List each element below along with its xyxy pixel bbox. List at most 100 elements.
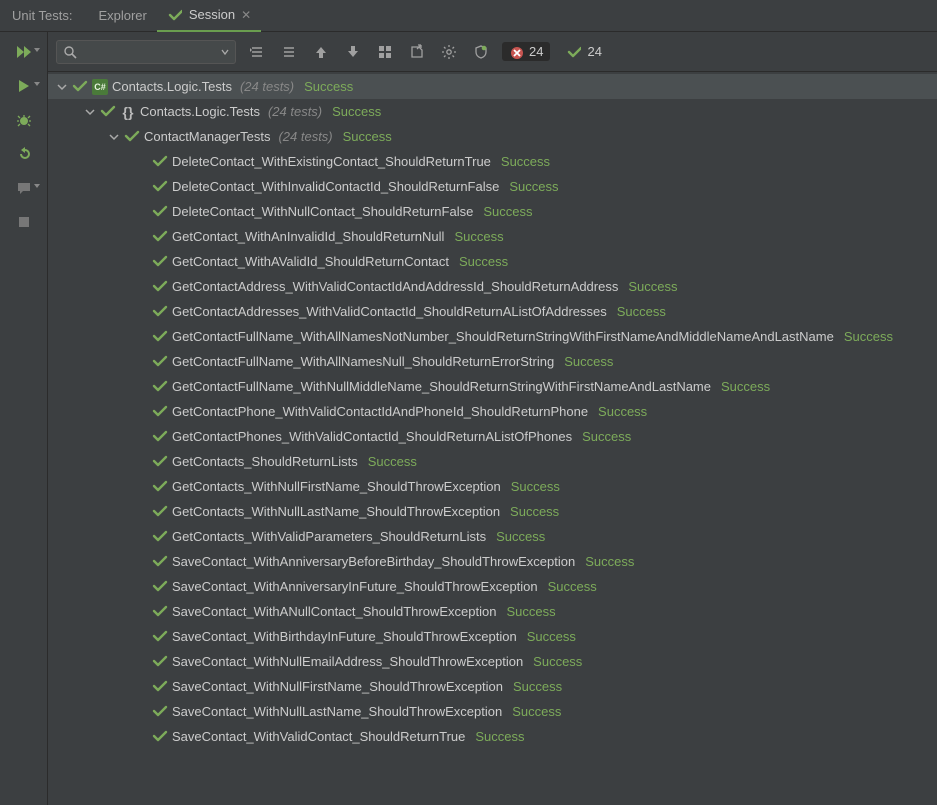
test-status: Success xyxy=(509,179,558,194)
tree-node-test[interactable]: SaveContact_WithNullEmailAddress_ShouldT… xyxy=(48,649,937,674)
tree-node-test[interactable]: SaveContact_WithValidContact_ShouldRetur… xyxy=(48,724,937,749)
tab-explorer[interactable]: Explorer xyxy=(88,0,156,32)
export-button[interactable] xyxy=(406,41,428,63)
failed-count-pill[interactable]: 24 xyxy=(502,42,550,61)
group-by-button[interactable] xyxy=(374,41,396,63)
tree-node-test[interactable]: SaveContact_WithNullLastName_ShouldThrow… xyxy=(48,699,937,724)
passed-count-pill[interactable]: 24 xyxy=(560,42,608,61)
chevron-down-icon[interactable] xyxy=(108,131,120,143)
tree-node-test[interactable]: GetContactFullName_WithAllNamesNotNumber… xyxy=(48,324,937,349)
test-status: Success xyxy=(459,254,508,269)
tree-node-test[interactable]: GetContacts_ShouldReturnListsSuccess xyxy=(48,449,937,474)
checkmark-icon xyxy=(152,604,168,620)
tree-node-assembly[interactable]: C#Contacts.Logic.Tests(24 tests)Success xyxy=(48,74,937,99)
tree-node-test[interactable]: SaveContact_WithAnniversaryBeforeBirthda… xyxy=(48,549,937,574)
sidebar xyxy=(0,32,48,805)
csharp-icon: C# xyxy=(92,79,108,95)
test-status: Success xyxy=(628,279,677,294)
chevron-down-icon[interactable] xyxy=(221,48,229,56)
next-failed-button[interactable] xyxy=(342,41,364,63)
checkmark-icon xyxy=(152,554,168,570)
debug-button[interactable] xyxy=(10,110,38,130)
checkmark-icon xyxy=(152,279,168,295)
test-name: GetContactAddresses_WithValidContactId_S… xyxy=(172,304,607,319)
test-tree[interactable]: C#Contacts.Logic.Tests(24 tests)Success{… xyxy=(48,72,937,805)
tree-node-namespace[interactable]: {}Contacts.Logic.Tests(24 tests)Success xyxy=(48,99,937,124)
tree-node-test[interactable]: SaveContact_WithNullFirstName_ShouldThro… xyxy=(48,674,937,699)
tree-node-test[interactable]: GetContact_WithAValidId_ShouldReturnCont… xyxy=(48,249,937,274)
checkmark-icon xyxy=(152,704,168,720)
settings-button[interactable] xyxy=(438,41,460,63)
close-icon[interactable]: ✕ xyxy=(241,8,251,22)
test-status: Success xyxy=(512,704,561,719)
failed-count: 24 xyxy=(529,44,543,59)
node-status: Success xyxy=(304,79,353,94)
test-name: GetContactFullName_WithAllNamesNull_Shou… xyxy=(172,354,554,369)
tree-node-test[interactable]: GetContactPhones_WithValidContactId_Shou… xyxy=(48,424,937,449)
test-name: GetContacts_WithNullFirstName_ShouldThro… xyxy=(172,479,501,494)
test-status: Success xyxy=(506,604,555,619)
expand-all-button[interactable] xyxy=(246,41,268,63)
test-status: Success xyxy=(533,654,582,669)
checkmark-icon xyxy=(167,7,183,23)
test-status: Success xyxy=(598,404,647,419)
test-status: Success xyxy=(483,204,532,219)
tab-label: Session xyxy=(189,7,235,22)
checkmark-icon xyxy=(152,729,168,745)
test-name: SaveContact_WithNullFirstName_ShouldThro… xyxy=(172,679,503,694)
tree-node-test[interactable]: GetContact_WithAnInvalidId_ShouldReturnN… xyxy=(48,224,937,249)
tree-node-test[interactable]: SaveContact_WithANullContact_ShouldThrow… xyxy=(48,599,937,624)
tree-node-test[interactable]: DeleteContact_WithInvalidContactId_Shoul… xyxy=(48,174,937,199)
run-button[interactable] xyxy=(10,76,38,96)
node-count: (24 tests) xyxy=(268,104,322,119)
search-field[interactable] xyxy=(82,44,216,60)
search-input[interactable] xyxy=(56,40,236,64)
tree-node-test[interactable]: SaveContact_WithAnniversaryInFuture_Shou… xyxy=(48,574,937,599)
tab-session[interactable]: Session ✕ xyxy=(157,0,261,32)
checkmark-icon xyxy=(152,229,168,245)
checkmark-icon xyxy=(72,79,88,95)
test-name: GetContacts_WithValidParameters_ShouldRe… xyxy=(172,529,486,544)
test-name: SaveContact_WithAnniversaryBeforeBirthda… xyxy=(172,554,575,569)
coverage-button[interactable] xyxy=(470,41,492,63)
toolbar: 24 24 xyxy=(48,32,937,72)
test-status: Success xyxy=(368,454,417,469)
checkmark-icon xyxy=(124,129,140,145)
checkmark-icon xyxy=(567,45,581,59)
test-status: Success xyxy=(511,479,560,494)
tree-node-test[interactable]: SaveContact_WithBirthdayInFuture_ShouldT… xyxy=(48,624,937,649)
chevron-down-icon[interactable] xyxy=(84,106,96,118)
test-name: GetContacts_WithNullLastName_ShouldThrow… xyxy=(172,504,500,519)
test-name: GetContact_WithAnInvalidId_ShouldReturnN… xyxy=(172,229,444,244)
test-status: Success xyxy=(510,504,559,519)
collapse-all-button[interactable] xyxy=(278,41,300,63)
stop-button[interactable] xyxy=(10,212,38,232)
tree-node-test[interactable]: GetContacts_WithValidParameters_ShouldRe… xyxy=(48,524,937,549)
checkmark-icon xyxy=(100,104,116,120)
rerun-button[interactable] xyxy=(10,144,38,164)
test-name: DeleteContact_WithNullContact_ShouldRetu… xyxy=(172,204,473,219)
tree-node-test[interactable]: DeleteContact_WithNullContact_ShouldRetu… xyxy=(48,199,937,224)
run-all-button[interactable] xyxy=(10,42,38,62)
tree-node-test[interactable]: GetContactPhone_WithValidContactIdAndPho… xyxy=(48,399,937,424)
tree-node-test[interactable]: GetContactFullName_WithAllNamesNull_Shou… xyxy=(48,349,937,374)
checkmark-icon xyxy=(152,579,168,595)
test-name: DeleteContact_WithInvalidContactId_Shoul… xyxy=(172,179,499,194)
tree-node-test[interactable]: GetContactAddress_WithValidContactIdAndA… xyxy=(48,274,937,299)
test-status: Success xyxy=(513,679,562,694)
tree-node-test[interactable]: GetContacts_WithNullLastName_ShouldThrow… xyxy=(48,499,937,524)
chevron-down-icon[interactable] xyxy=(56,81,68,93)
tree-node-test[interactable]: DeleteContact_WithExistingContact_Should… xyxy=(48,149,937,174)
tree-node-class[interactable]: ContactManagerTests(24 tests)Success xyxy=(48,124,937,149)
comment-button[interactable] xyxy=(10,178,38,198)
tree-node-test[interactable]: GetContacts_WithNullFirstName_ShouldThro… xyxy=(48,474,937,499)
test-status: Success xyxy=(527,629,576,644)
test-name: GetContactFullName_WithNullMiddleName_Sh… xyxy=(172,379,711,394)
checkmark-icon xyxy=(152,354,168,370)
node-status: Success xyxy=(343,129,392,144)
tree-node-test[interactable]: GetContactFullName_WithNullMiddleName_Sh… xyxy=(48,374,937,399)
prev-failed-button[interactable] xyxy=(310,41,332,63)
tree-node-test[interactable]: GetContactAddresses_WithValidContactId_S… xyxy=(48,299,937,324)
test-status: Success xyxy=(582,429,631,444)
test-name: GetContactPhone_WithValidContactIdAndPho… xyxy=(172,404,588,419)
